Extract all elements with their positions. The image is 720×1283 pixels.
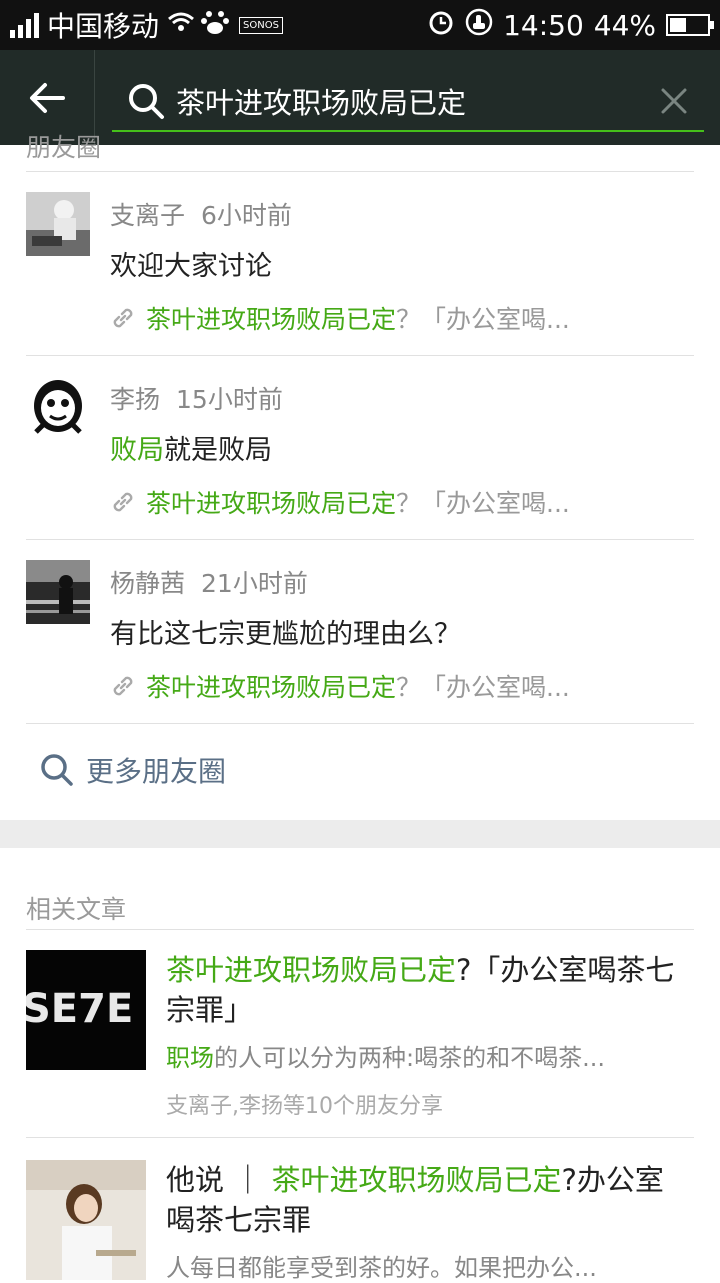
status-bar: 中国移动 SONOS 14:50 44% [0, 0, 720, 50]
divider [26, 1137, 694, 1138]
moments-section-title: 朋友圈 [26, 133, 102, 160]
carrier-name: 中国移动 [47, 10, 160, 43]
article-summary: 职场的人可以分为两种:喝茶的和不喝茶... [166, 1038, 686, 1073]
search-bar[interactable] [112, 72, 704, 132]
alarm-icon [427, 8, 455, 43]
post-text: 欢迎大家讨论 [110, 244, 272, 283]
clear-button[interactable] [644, 72, 704, 130]
post-text-body: 有比这七宗更尴尬的理由么？ [110, 619, 461, 650]
moment-post[interactable]: 支离子 6小时前 欢迎大家讨论 茶叶进攻职场败局已定 ？「办公室喝... [0, 172, 720, 356]
post-time: 21小时前 [201, 569, 308, 598]
article-title: 他说 ｜ 茶叶进攻职场败局已定?办公室喝茶七宗罪 [166, 1160, 686, 1240]
notification-icon [465, 8, 493, 43]
article-thumbnail [26, 1160, 146, 1280]
post-text: 败局就是败局 [110, 428, 272, 467]
sonos-icon: SONOS [239, 16, 283, 34]
thumb-text: SE7E [26, 986, 133, 1032]
link-rest: ？「办公室喝... [396, 489, 570, 518]
article-summary: 人每日都能享受到茶的好。如果把办公... [166, 1248, 686, 1283]
battery-percent: 44% [593, 8, 656, 42]
post-text-body: 就是败局 [164, 435, 272, 466]
shared-link[interactable]: 茶叶进攻职场败局已定 ？「办公室喝... [110, 300, 570, 336]
post-author[interactable]: 李扬 [110, 385, 160, 414]
link-rest: ？「办公室喝... [396, 305, 570, 334]
post-author[interactable]: 支离子 [110, 201, 185, 230]
search-icon [41, 754, 73, 786]
article-thumbnail: SE7E [26, 950, 146, 1070]
post-time: 6小时前 [201, 201, 292, 230]
avatar[interactable] [26, 192, 90, 256]
post-time: 15小时前 [176, 385, 283, 414]
link-icon [110, 673, 136, 699]
article-source: 支离子,李扬等10个朋友分享 [166, 1094, 443, 1119]
shared-link[interactable]: 茶叶进攻职场败局已定 ？「办公室喝... [110, 484, 570, 520]
close-icon [661, 88, 687, 114]
post-text: 有比这七宗更尴尬的理由么？ [110, 612, 461, 651]
divider [26, 929, 694, 930]
link-highlight: 茶叶进攻职场败局已定 [146, 673, 397, 702]
post-meta: 支离子 6小时前 [110, 196, 292, 232]
more-moments-label: 更多朋友圈 [86, 755, 227, 788]
post-meta: 杨静茜 21小时前 [110, 564, 308, 600]
search-input[interactable] [174, 83, 644, 119]
moment-post[interactable]: 杨静茜 21小时前 有比这七宗更尴尬的理由么？ 茶叶进攻职场败局已定 ？「办公室喝.… [0, 540, 720, 724]
shared-link[interactable]: 茶叶进攻职场败局已定 ？「办公室喝... [110, 668, 570, 704]
link-highlight: 茶叶进攻职场败局已定 [146, 489, 397, 518]
divider [26, 723, 694, 724]
post-author[interactable]: 杨静茜 [110, 569, 185, 598]
article-item[interactable]: SE7E 茶叶进攻职场败局已定?「办公室喝茶七宗罪」 职场的人可以分为两种:喝茶… [0, 950, 720, 1135]
arrow-left-icon [30, 82, 65, 113]
section-separator [0, 820, 720, 848]
article-title: 茶叶进攻职场败局已定?「办公室喝茶七宗罪」 [166, 950, 686, 1030]
clock-time: 14:50 [503, 8, 584, 42]
article-title-highlight: 茶叶进攻职场败局已定 [271, 1163, 562, 1197]
article-title-prefix: 他说 ｜ [166, 1163, 272, 1197]
article-summary-rest: 的人可以分为两种:喝茶的和不喝茶... [214, 1044, 605, 1072]
articles-section-title: 相关文章 [26, 895, 127, 924]
post-text-highlight: 败局 [110, 435, 164, 466]
baidu-icon [201, 9, 230, 41]
search-icon [129, 84, 164, 119]
post-meta: 李扬 15小时前 [110, 380, 283, 416]
link-icon [110, 305, 136, 331]
avatar[interactable] [26, 376, 90, 440]
link-icon [110, 489, 136, 515]
moment-post[interactable]: 李扬 15小时前 败局就是败局 茶叶进攻职场败局已定 ？「办公室喝... [0, 356, 720, 540]
avatar[interactable] [26, 560, 90, 624]
signal-icon [10, 12, 39, 38]
article-summary-highlight: 职场 [166, 1044, 214, 1072]
article-item[interactable]: 他说 ｜ 茶叶进攻职场败局已定?办公室喝茶七宗罪 人每日都能享受到茶的好。如果把… [0, 1160, 720, 1283]
more-moments-button[interactable]: 更多朋友圈 [40, 750, 226, 790]
wifi-icon [167, 11, 195, 39]
link-highlight: 茶叶进攻职场败局已定 [146, 305, 397, 334]
link-rest: ？「办公室喝... [396, 673, 570, 702]
article-summary-rest: 人每日都能享受到茶的好。如果把办公... [166, 1254, 597, 1282]
battery-icon [666, 14, 714, 36]
post-text-body: 欢迎大家讨论 [110, 251, 272, 282]
article-title-highlight: 茶叶进攻职场败局已定 [166, 953, 457, 987]
